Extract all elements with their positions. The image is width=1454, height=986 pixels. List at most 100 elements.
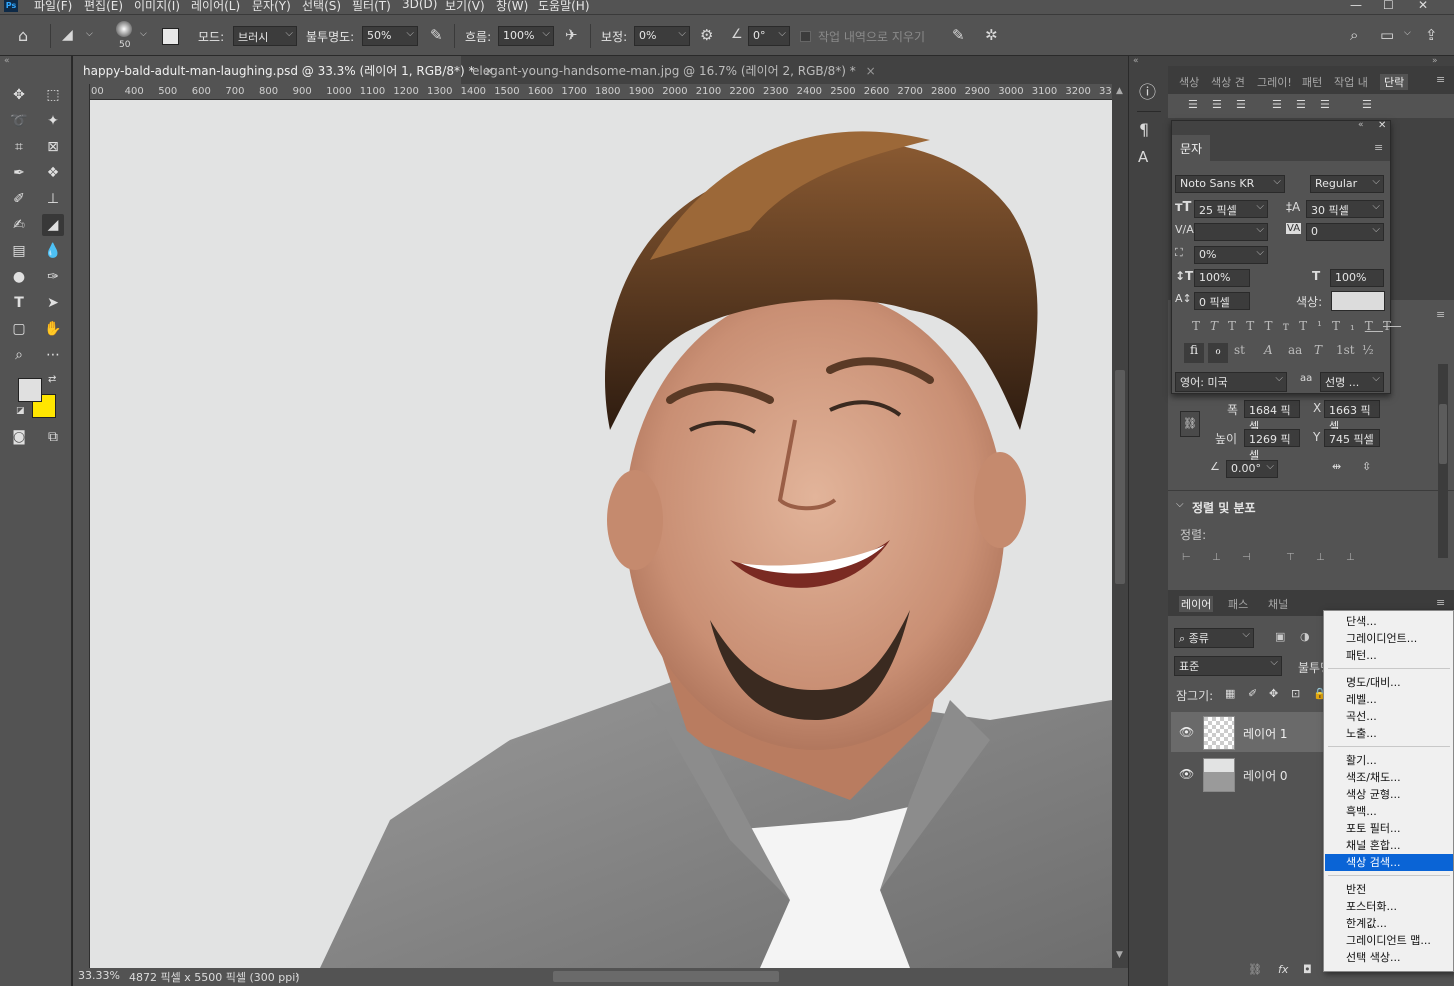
scrollbar-thumb[interactable] bbox=[1115, 370, 1125, 584]
ligature-icon[interactable]: fi bbox=[1184, 343, 1204, 363]
menu-item[interactable]: 흑백... bbox=[1325, 803, 1453, 820]
scroll-down-icon[interactable]: ▼ bbox=[1116, 950, 1123, 960]
small-caps-icon[interactable]: Tт bbox=[1264, 319, 1299, 333]
quick-mask-icon[interactable]: ◙ bbox=[8, 426, 30, 448]
default-colors-icon[interactable]: ◪ bbox=[16, 406, 25, 416]
tab-paragraph[interactable]: 단락 bbox=[1380, 74, 1409, 90]
add-mask-icon[interactable]: ◘ bbox=[1303, 963, 1312, 976]
brush-preview-icon[interactable] bbox=[116, 21, 132, 37]
height-field[interactable]: 1269 픽셀 bbox=[1244, 429, 1300, 462]
tab-channels[interactable]: 채널 bbox=[1268, 596, 1288, 612]
layer-row[interactable]: 👁 레이어 1 bbox=[1171, 712, 1323, 752]
close-window-icon[interactable]: ✕ bbox=[1418, 0, 1428, 12]
menu-item[interactable]: 채널 혼합... bbox=[1325, 837, 1453, 854]
strikethrough-icon[interactable]: T bbox=[1383, 319, 1401, 333]
symmetry-icon[interactable]: ✲ bbox=[985, 26, 998, 44]
menu-3d[interactable]: 3D(D) bbox=[402, 0, 437, 11]
align-v-centers-icon[interactable]: ⊥ bbox=[1316, 552, 1325, 563]
properties-menu-icon[interactable]: ≡ bbox=[1436, 308, 1445, 321]
tab-close-icon[interactable]: × bbox=[866, 64, 876, 78]
hand-tool-icon[interactable]: ✋ bbox=[42, 318, 64, 340]
layer-name[interactable]: 레이어 1 bbox=[1243, 725, 1288, 742]
share-icon[interactable]: ⇪ bbox=[1425, 26, 1438, 44]
align-center-icon[interactable]: ☰ bbox=[1212, 98, 1222, 111]
tab-character[interactable]: 문자 bbox=[1172, 135, 1211, 161]
visibility-eye-icon[interactable]: 👁 bbox=[1179, 725, 1194, 739]
all-caps-icon[interactable]: TT bbox=[1228, 319, 1264, 333]
home-icon[interactable]: ⌂ bbox=[18, 26, 28, 45]
menu-item[interactable]: 포토 필터... bbox=[1325, 820, 1453, 837]
language-dropdown[interactable]: 영어: 미국 bbox=[1175, 372, 1287, 392]
tab-color[interactable]: 색상 bbox=[1179, 74, 1199, 90]
menu-item[interactable]: 포스터화... bbox=[1325, 898, 1453, 915]
menu-select[interactable]: 선택(S) bbox=[302, 0, 341, 14]
flip-horizontal-icon[interactable]: ⇹ bbox=[1332, 460, 1341, 473]
align-h-centers-icon[interactable]: ⊥ bbox=[1212, 552, 1221, 563]
menu-item[interactable]: 패턴... bbox=[1325, 647, 1453, 664]
frame-tool-icon[interactable]: ⊠ bbox=[42, 136, 64, 158]
menu-view[interactable]: 보기(V) bbox=[445, 0, 485, 14]
tab-elegant-young-man[interactable]: elegant-young-handsome-man.jpg @ 16.7% (… bbox=[462, 56, 876, 84]
tab-actions[interactable]: 작업 내 bbox=[1334, 74, 1368, 90]
pressure-size-icon[interactable]: ✎ bbox=[952, 26, 965, 44]
menu-item[interactable]: 레벨... bbox=[1325, 691, 1453, 708]
document-canvas[interactable] bbox=[90, 100, 1112, 968]
align-top-edges-icon[interactable]: ⊤ bbox=[1286, 552, 1295, 563]
menu-edit[interactable]: 편집(E) bbox=[84, 0, 123, 14]
tab-gradients[interactable]: 그레이! bbox=[1257, 74, 1292, 90]
layer-name[interactable]: 레이어 0 bbox=[1243, 767, 1288, 784]
font-style-dropdown[interactable]: Regular bbox=[1310, 175, 1384, 193]
airbrush-icon[interactable]: ✈ bbox=[565, 26, 578, 44]
tsume-field[interactable]: 0% bbox=[1194, 246, 1268, 264]
layers-menu-icon[interactable]: ≡ bbox=[1436, 596, 1445, 609]
fx-icon[interactable]: fx bbox=[1278, 963, 1288, 976]
move-tool-icon[interactable]: ✥ bbox=[8, 84, 30, 106]
blend-mode-dropdown[interactable]: 표준 bbox=[1174, 656, 1282, 676]
menu-item[interactable]: 명도/대비... bbox=[1325, 674, 1453, 691]
brush-tool-icon[interactable]: ✐ bbox=[8, 188, 30, 210]
chevron-down-icon[interactable]: ⌵ bbox=[86, 29, 93, 39]
filter-pixel-icon[interactable]: ▣ bbox=[1275, 630, 1285, 643]
paragraph-panel-icon[interactable]: ¶ bbox=[1139, 120, 1149, 139]
character-menu-icon[interactable]: ≡ bbox=[1374, 141, 1383, 154]
menu-window[interactable]: 창(W) bbox=[496, 0, 528, 14]
visibility-eye-icon[interactable]: 👁 bbox=[1179, 767, 1194, 781]
gradient-tool-icon[interactable]: ▤ bbox=[8, 240, 30, 262]
panel-menu-icon[interactable]: ≡ bbox=[1436, 73, 1445, 86]
crop-tool-icon[interactable]: ⌗ bbox=[8, 136, 30, 158]
properties-scrollbar[interactable] bbox=[1438, 364, 1448, 558]
faux-bold-icon[interactable]: T bbox=[1192, 319, 1210, 333]
lasso-tool-icon[interactable]: ➰ bbox=[8, 110, 30, 132]
smoothing-field[interactable]: 0% bbox=[634, 26, 690, 46]
fractions-icon[interactable]: ½ bbox=[1362, 343, 1374, 357]
foreground-color-swatch[interactable] bbox=[18, 378, 42, 402]
collapse-left-icon[interactable]: « bbox=[4, 56, 10, 66]
menu-item[interactable]: 그레이디언트 맵... bbox=[1325, 932, 1453, 949]
width-field[interactable]: 1684 픽셀 bbox=[1244, 400, 1300, 433]
link-layers-icon[interactable]: ⛓ bbox=[1248, 963, 1262, 976]
menu-layer[interactable]: 레이어(L) bbox=[191, 0, 240, 14]
justify-center-icon[interactable]: ☰ bbox=[1296, 98, 1306, 111]
vertical-scale-field[interactable]: 100% bbox=[1194, 269, 1250, 287]
font-family-dropdown[interactable]: Noto Sans KR bbox=[1175, 175, 1285, 193]
pen-tool-icon[interactable]: ✑ bbox=[42, 266, 64, 288]
spot-healing-tool-icon[interactable]: ❖ bbox=[42, 162, 64, 184]
antialias-dropdown[interactable]: 선명 ... bbox=[1320, 372, 1384, 392]
ordinals-icon[interactable]: 1st bbox=[1336, 343, 1355, 357]
x-field[interactable]: 1663 픽셀 bbox=[1324, 400, 1380, 433]
superscript-icon[interactable]: T¹ bbox=[1299, 319, 1332, 333]
horizontal-scale-field[interactable]: 100% bbox=[1330, 269, 1384, 287]
menu-image[interactable]: 이미지(I) bbox=[134, 0, 180, 14]
maximize-icon[interactable]: ☐ bbox=[1383, 0, 1394, 12]
gear-icon[interactable]: ⚙ bbox=[700, 26, 713, 44]
lock-image-icon[interactable]: ✐ bbox=[1248, 687, 1257, 700]
justify-all-icon[interactable]: ☰ bbox=[1362, 98, 1372, 111]
pressure-opacity-icon[interactable]: ✎ bbox=[430, 26, 443, 44]
baseline-shift-field[interactable]: 0 픽셀 bbox=[1194, 292, 1250, 310]
align-right-icon[interactable]: ☰ bbox=[1236, 98, 1246, 111]
stylistic-alternates-icon[interactable]: aa bbox=[1288, 343, 1302, 357]
y-field[interactable]: 745 픽셀 bbox=[1324, 429, 1380, 447]
eyedropper-tool-icon[interactable]: ✒ bbox=[8, 162, 30, 184]
flow-field[interactable]: 100% bbox=[498, 26, 554, 46]
eraser-tool-icon[interactable]: ◢ bbox=[42, 214, 64, 236]
